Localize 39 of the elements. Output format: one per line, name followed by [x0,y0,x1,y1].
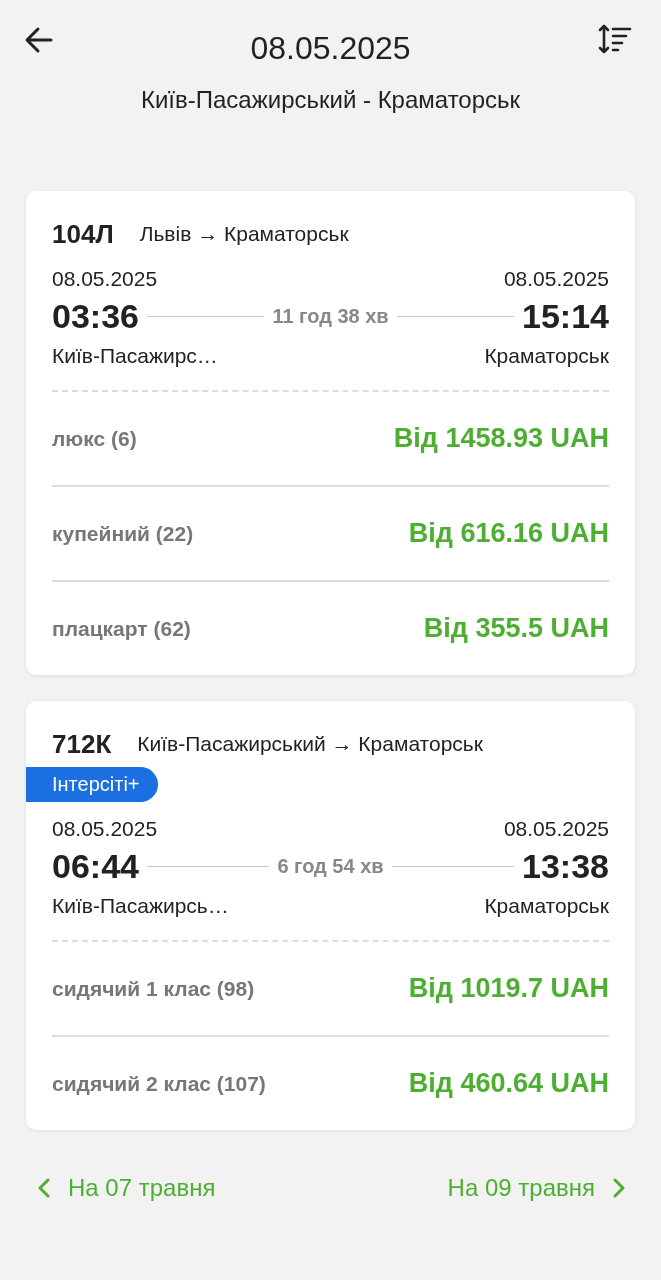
departure-date: 08.05.2025 [52,267,158,291]
departure-time: 06:44 [52,847,139,886]
departure-time: 03:36 [52,297,139,336]
arrival-date: 08.05.2025 [503,267,609,291]
sort-button[interactable] [597,22,633,56]
train-route: Львів → Краматорськ [139,222,349,246]
back-button[interactable] [24,26,54,54]
class-price: Від 1458.93 UAH [393,423,609,454]
class-name: люкс (6) [52,426,137,451]
trip-duration: 6 год 54 хв [277,855,384,878]
arrival-time: 13:38 [522,847,609,886]
sort-icon [597,22,633,56]
class-name: купейний (22) [52,521,194,546]
arrival-date: 08.05.2025 [503,817,609,841]
train-number: 712К [52,728,112,760]
chevron-right-icon [613,1178,625,1198]
route-subtitle: Київ-Пасажирський - Краматорськ [140,86,521,113]
train-number: 104Л [52,218,114,250]
departure-station: Київ-Пасажирс… [52,344,218,368]
class-price: Від 1019.7 UAH [408,973,609,1004]
train-card[interactable]: 712К Київ-Пасажирський → Краматорськ Інтерсіті+ 08.05.2025 08.05.2025 06:44 6 год 54 хв 13:38 Київ-Пасажирсь… Краматорськ сидячий 1 клас (98) Від 1019.7 UAH сидячий 2 клас (107) Від 460.64 UAH [26,701,635,1130]
arrival-station: Краматорськ [484,894,609,918]
train-route: Київ-Пасажирський → Краматорськ [137,732,483,756]
class-name: сидячий 1 клас (98) [52,976,255,1001]
train-card[interactable]: 104Л Львів → Краматорськ 08.05.2025 08.05.2025 03:36 11 год 38 хв 15:14 Київ-Пасажирс… Краматорськ люкс (6) Від 1458.93 UAH купейний (22) Від 616.16 UAH плацкарт (62) Від 355.5 UAH [26,191,635,675]
page-title: 08.05.2025 [250,30,411,67]
trip-duration: 11 год 38 хв [272,305,389,328]
arrival-station: Краматорськ [484,344,609,368]
back-arrow-icon [24,26,54,54]
chevron-left-icon [38,1178,50,1198]
class-price: Від 616.16 UAH [408,518,609,549]
class-price: Від 355.5 UAH [423,613,609,644]
departure-date: 08.05.2025 [52,817,158,841]
class-name: сидячий 2 клас (107) [52,1071,266,1096]
arrival-time: 15:14 [522,297,609,336]
class-price: Від 460.64 UAH [408,1068,609,1099]
class-name: плацкарт (62) [52,616,191,641]
departure-station: Київ-Пасажирсь… [52,894,229,918]
train-type-badge: Інтерсіті+ [26,767,158,802]
